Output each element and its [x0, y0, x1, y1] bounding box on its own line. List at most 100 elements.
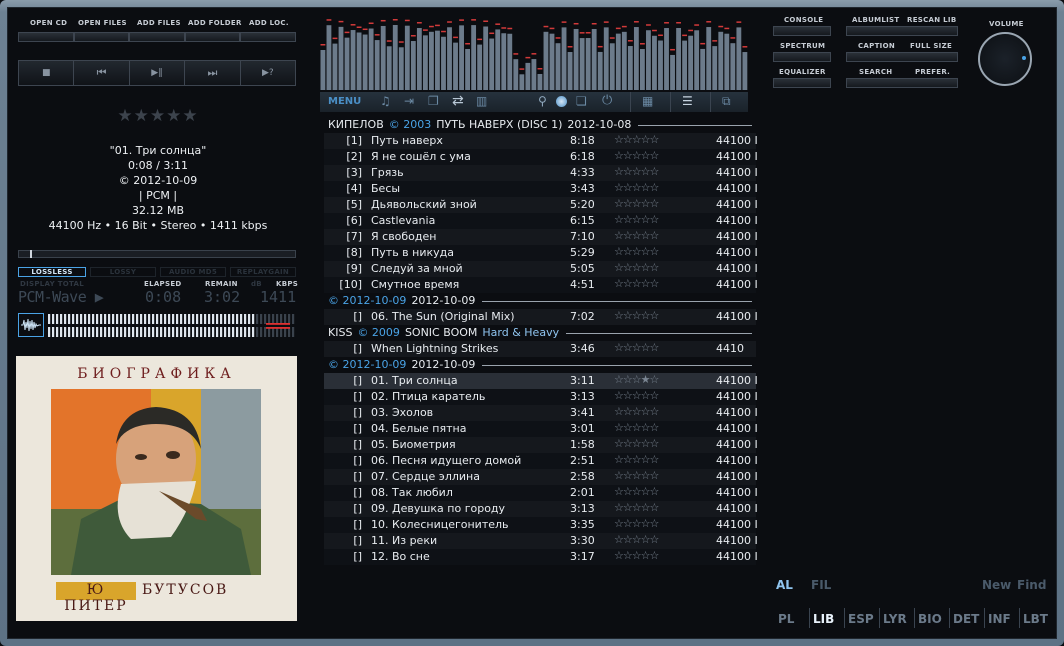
- track-rating[interactable]: ☆☆☆☆☆: [614, 517, 659, 530]
- playlist-group-header[interactable]: KISS © 2009 SONIC BOOM Hard & Heavy: [324, 325, 756, 341]
- playlist-row[interactable]: [2] Я не сошёл с ума 6:18 ☆☆☆☆☆ 44100 I: [324, 149, 758, 165]
- track-rating[interactable]: ☆☆☆☆☆: [614, 469, 659, 482]
- playlist-row[interactable]: [7] Я свободен 7:10 ☆☆☆☆☆ 44100 I: [324, 229, 758, 245]
- playlist-row[interactable]: [] 10. Колесницегонитель 3:35 ☆☆☆☆☆ 44100 I: [324, 517, 758, 533]
- track-rating[interactable]: ☆☆☆☆☆: [614, 309, 659, 322]
- panel-tab-pl[interactable]: PL: [778, 612, 794, 626]
- track-rating[interactable]: ☆☆☆☆☆: [614, 533, 659, 546]
- seek-thumb[interactable]: [30, 250, 33, 258]
- playlist-group-header[interactable]: © 2012-10-09 2012-10-09: [324, 357, 756, 373]
- track-rating[interactable]: ☆☆☆☆☆: [614, 245, 659, 258]
- window-copy-icon[interactable]: ❏: [576, 94, 587, 108]
- new-button[interactable]: New: [982, 578, 1011, 592]
- spectrum-button[interactable]: [773, 52, 831, 62]
- equalizer-button[interactable]: [773, 78, 831, 88]
- playlist-row[interactable]: [6] Castlevania 6:15 ☆☆☆☆☆ 44100 I: [324, 213, 758, 229]
- playlist-row[interactable]: [] 11. Из реки 3:30 ☆☆☆☆☆ 44100 I: [324, 533, 758, 549]
- playlist-row[interactable]: [4] Бесы 3:43 ☆☆☆☆☆ 44100 I: [324, 181, 758, 197]
- find-button[interactable]: Find: [1017, 578, 1046, 592]
- playlist-group-header[interactable]: © 2012-10-09 2012-10-09: [324, 293, 756, 309]
- playlist-row[interactable]: [] 01. Три солнца 3:11 ☆☆☆★☆ 44100 I: [324, 373, 758, 389]
- add-loc-button[interactable]: [240, 32, 296, 42]
- playlist-row[interactable]: [] 06. The Sun (Original Mix) 7:02 ☆☆☆☆☆ 441…: [324, 309, 758, 325]
- playlist-group-header[interactable]: КИПЕЛОВ © 2003 ПУТЬ НАВЕРХ (DISC 1) 2012-10…: [324, 117, 756, 133]
- stop-button[interactable]: ■: [19, 61, 75, 85]
- panel-tab-det[interactable]: DET: [953, 612, 979, 626]
- al-filter-button[interactable]: AL: [776, 578, 793, 592]
- playlist-row[interactable]: [] 07. Сердце эллина 2:58 ☆☆☆☆☆ 44100 I: [324, 469, 758, 485]
- track-rating[interactable]: ☆☆☆☆☆: [614, 149, 659, 162]
- track-rating[interactable]: ☆☆☆☆☆: [614, 277, 659, 290]
- panel-tab-bio[interactable]: BIO: [918, 612, 942, 626]
- console-button[interactable]: [773, 26, 831, 36]
- waveform-button[interactable]: [18, 313, 44, 337]
- track-rating[interactable]: ☆☆☆☆☆: [614, 485, 659, 498]
- playlist-row[interactable]: [] 09. Девушка по городу 3:13 ☆☆☆☆☆ 44100 I: [324, 501, 758, 517]
- track-rating[interactable]: ☆☆☆☆☆: [614, 133, 659, 146]
- track-rating[interactable]: ☆☆☆☆☆: [614, 405, 659, 418]
- next-button[interactable]: ⏭: [185, 61, 241, 85]
- fullscreen-icon[interactable]: ⧉: [722, 94, 731, 109]
- playlist-row[interactable]: [3] Грязь 4:33 ☆☆☆☆☆ 44100 I: [324, 165, 758, 181]
- open-cd-button[interactable]: [18, 32, 74, 42]
- track-rating[interactable]: ☆☆☆☆☆: [614, 453, 659, 466]
- albumlist-rescan-button[interactable]: [846, 26, 958, 36]
- grid-view-icon[interactable]: ▦: [642, 94, 653, 108]
- add-folder-button[interactable]: [184, 32, 241, 42]
- playlist-row[interactable]: [5] Дьявольский зной 5:20 ☆☆☆☆☆ 44100 I: [324, 197, 758, 213]
- power-icon[interactable]: ⏻: [602, 93, 612, 108]
- equalizer-bars-icon[interactable]: ▥: [476, 94, 487, 108]
- panel-tab-esp[interactable]: ESP: [848, 612, 874, 626]
- elapsed-label: ELAPSED: [144, 280, 182, 288]
- playlist-row[interactable]: [] 12. Во сне 3:17 ☆☆☆☆☆ 44100 I: [324, 549, 758, 565]
- playlist-row[interactable]: [] 06. Песня идущего домой 2:51 ☆☆☆☆☆ 44100 …: [324, 453, 758, 469]
- seek-bar[interactable]: [18, 250, 296, 258]
- rating-stars[interactable]: ★★★★★: [108, 106, 208, 126]
- fil-filter-button[interactable]: FIL: [811, 578, 831, 592]
- track-rating[interactable]: ☆☆☆☆☆: [614, 229, 659, 242]
- playlist-row[interactable]: [] 05. Биометрия 1:58 ☆☆☆☆☆ 44100 I: [324, 437, 758, 453]
- random-button[interactable]: ▶?: [241, 61, 295, 85]
- repeat-icon[interactable]: ⇄: [452, 93, 464, 109]
- import-icon[interactable]: ⇥: [404, 94, 414, 108]
- playlist-row[interactable]: [] 08. Так любил 2:01 ☆☆☆☆☆ 44100 I: [324, 485, 758, 501]
- panel-tab-lyr[interactable]: LYR: [883, 612, 907, 626]
- copy-icon[interactable]: ❐: [428, 94, 439, 108]
- menu-button[interactable]: MENU: [328, 96, 361, 107]
- track-rating[interactable]: ☆☆☆☆☆: [614, 501, 659, 514]
- track-rating[interactable]: ☆☆☆☆☆: [614, 389, 659, 402]
- panel-tab-inf[interactable]: INF: [988, 612, 1011, 626]
- playlist-row[interactable]: [1] Путь наверх 8:18 ☆☆☆☆☆ 44100 I: [324, 133, 758, 149]
- track-rating[interactable]: ☆☆☆☆☆: [614, 213, 659, 226]
- track-rating[interactable]: ☆☆☆★☆: [614, 373, 659, 386]
- panel-tab-lbt[interactable]: LBT: [1023, 612, 1048, 626]
- spectrum-peak: [471, 19, 477, 21]
- track-rating[interactable]: ☆☆☆☆☆: [614, 549, 659, 562]
- play-pause-button[interactable]: ▶‖: [130, 61, 186, 85]
- music-note-icon[interactable]: ♫: [380, 94, 391, 108]
- track-rating[interactable]: ☆☆☆☆☆: [614, 165, 659, 178]
- caption-fullsize-button[interactable]: [846, 52, 958, 62]
- track-rating[interactable]: ☆☆☆☆☆: [614, 261, 659, 274]
- list-view-icon[interactable]: ☰: [682, 94, 693, 108]
- playlist-row[interactable]: [8] Путь в никуда 5:29 ☆☆☆☆☆ 44100 I: [324, 245, 758, 261]
- playlist-row[interactable]: [] 04. Белые пятна 3:01 ☆☆☆☆☆ 44100 I: [324, 421, 758, 437]
- track-rating[interactable]: ☆☆☆☆☆: [614, 437, 659, 450]
- track-rating[interactable]: ☆☆☆☆☆: [614, 421, 659, 434]
- playlist-row[interactable]: [9] Следуй за мной 5:05 ☆☆☆☆☆ 44100 I: [324, 261, 758, 277]
- pin-icon[interactable]: ⚲: [538, 94, 547, 108]
- panel-tab-lib[interactable]: LIB: [813, 612, 834, 626]
- globe-icon[interactable]: [556, 96, 567, 107]
- add-files-button[interactable]: [129, 32, 185, 42]
- track-rating[interactable]: ☆☆☆☆☆: [614, 181, 659, 194]
- previous-button[interactable]: ⏮: [74, 61, 130, 85]
- search-prefer-button[interactable]: [846, 78, 958, 88]
- playlist-row[interactable]: [10] Смутное время 4:51 ☆☆☆☆☆ 44100 I: [324, 277, 758, 293]
- playlist-row[interactable]: [] When Lightning Strikes 3:46 ☆☆☆☆☆ 4410: [324, 341, 756, 357]
- playlist-row[interactable]: [] 02. Птица каратель 3:13 ☆☆☆☆☆ 44100 I: [324, 389, 758, 405]
- volume-knob[interactable]: [978, 32, 1032, 86]
- track-rating[interactable]: ☆☆☆☆☆: [614, 341, 659, 354]
- playlist-row[interactable]: [] 03. Эхолов 3:41 ☆☆☆☆☆ 44100 I: [324, 405, 758, 421]
- open-files-button[interactable]: [73, 32, 130, 42]
- track-rating[interactable]: ☆☆☆☆☆: [614, 197, 659, 210]
